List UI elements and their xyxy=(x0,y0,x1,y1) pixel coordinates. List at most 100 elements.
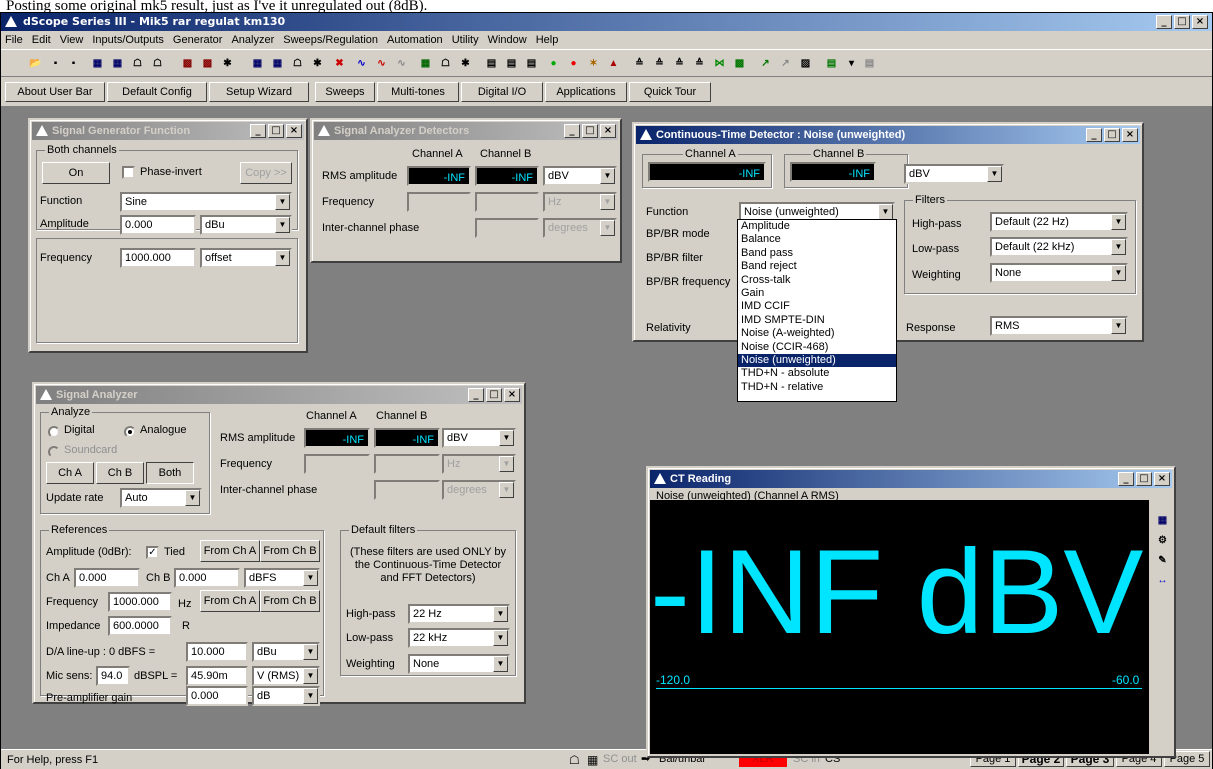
about-user-bar-button[interactable]: About User Bar xyxy=(5,82,105,102)
reading-format-icon[interactable]: ▦ xyxy=(1154,512,1171,529)
maximize-button[interactable]: □ xyxy=(268,124,284,138)
reading-icon[interactable]: ▦ xyxy=(417,55,434,72)
stop-icon[interactable]: ✖ xyxy=(331,55,348,72)
ref-cha-input[interactable]: 0.000 xyxy=(74,568,140,588)
function-option[interactable]: Cross-talk xyxy=(738,274,896,287)
generator-config-icon[interactable]: ☖ xyxy=(149,55,166,72)
input-config-icon[interactable]: ▦ xyxy=(269,55,286,72)
analyzer-config-icon[interactable]: ▩ xyxy=(199,55,216,72)
paint-icon[interactable]: ▲ xyxy=(605,55,622,72)
menu-generator[interactable]: Generator xyxy=(173,34,223,46)
maximize-button[interactable]: □ xyxy=(486,388,502,402)
sweep-2-icon[interactable]: ≙ xyxy=(651,55,668,72)
function-option[interactable]: Noise (CCIR-468) xyxy=(738,341,896,354)
function-option[interactable]: IMD CCIF xyxy=(738,300,896,313)
function-select[interactable]: Sine ▼ xyxy=(120,192,292,212)
rms-unit-select[interactable]: dBV ▼ xyxy=(442,428,516,448)
sweep-4-icon[interactable]: ≙ xyxy=(691,55,708,72)
minimize-button[interactable]: _ xyxy=(250,124,266,138)
minimize-button[interactable]: _ xyxy=(564,124,580,138)
scope-settings-icon[interactable]: ✱ xyxy=(457,55,474,72)
ct-lowpass-select[interactable]: Default (22 kHz) ▼ xyxy=(990,237,1128,257)
menu-utility[interactable]: Utility xyxy=(452,34,479,46)
preamp-gain-input[interactable]: 0.000 xyxy=(186,686,248,706)
frequency-unit-select[interactable]: Hz ▼ xyxy=(442,454,516,474)
function-option[interactable]: IMD SMPTE-DIN xyxy=(738,314,896,327)
close-button[interactable]: × xyxy=(600,124,616,138)
menu-help[interactable]: Help xyxy=(536,34,559,46)
close-button[interactable]: × xyxy=(286,124,302,138)
impedance-input[interactable]: 600.0000 xyxy=(108,616,172,636)
maximize-button[interactable]: □ xyxy=(1174,15,1190,29)
ct-highpass-select[interactable]: Default (22 Hz) ▼ xyxy=(990,212,1128,232)
run-icon[interactable]: ● xyxy=(545,55,562,72)
function-option[interactable]: Band reject xyxy=(738,260,896,273)
menu-window[interactable]: Window xyxy=(488,34,527,46)
digital-radio[interactable] xyxy=(48,426,60,438)
setup-wizard-button[interactable]: Setup Wizard xyxy=(209,82,309,102)
minimize-button[interactable]: _ xyxy=(1118,472,1134,486)
generator-on-button[interactable]: On xyxy=(42,162,110,184)
save-icon[interactable]: ▪ xyxy=(47,55,64,72)
amplitude-input[interactable]: 0.000 xyxy=(120,215,196,235)
function-option[interactable]: Balance xyxy=(738,233,896,246)
copy-button[interactable]: Copy >> xyxy=(240,162,292,184)
scope-icon[interactable]: ☖ xyxy=(437,55,454,72)
freq-ref-input[interactable]: 1000.000 xyxy=(108,592,172,612)
menu-edit[interactable]: Edit xyxy=(32,34,51,46)
default-config-button[interactable]: Default Config xyxy=(107,82,207,102)
function-option[interactable]: Amplitude xyxy=(738,220,896,233)
print-icon[interactable]: ▤ xyxy=(861,55,878,72)
ct-unit-select[interactable]: dBV ▼ xyxy=(904,164,1004,184)
soundcard-radio[interactable] xyxy=(48,446,60,458)
da-unit-select[interactable]: dBu ▼ xyxy=(252,642,320,662)
graph-icon[interactable]: ▩ xyxy=(731,55,748,72)
detector-icon[interactable]: ✱ xyxy=(219,55,236,72)
sweep-3-icon[interactable]: ≙ xyxy=(671,55,688,72)
maximize-button[interactable]: □ xyxy=(1136,472,1152,486)
ch-b-button[interactable]: Ch B xyxy=(96,462,144,484)
freq-from-cha-button[interactable]: From Ch A xyxy=(200,590,260,612)
freq-from-chb-button[interactable]: From Ch B xyxy=(260,590,320,612)
function-option[interactable]: Gain xyxy=(738,287,896,300)
waveform-off-icon[interactable]: ∿ xyxy=(393,55,410,72)
da-lineup-input[interactable]: 10.000 xyxy=(186,642,248,662)
output-settings-icon[interactable]: ▦ xyxy=(109,55,126,72)
df-highpass-select[interactable]: 22 Hz ▼ xyxy=(408,604,510,624)
ct-weighting-select[interactable]: None ▼ xyxy=(990,263,1128,283)
maximize-button[interactable]: □ xyxy=(582,124,598,138)
close-button[interactable]: × xyxy=(504,388,520,402)
ch-b-icon[interactable]: ▤ xyxy=(503,55,520,72)
waveform-icon[interactable]: ∿ xyxy=(353,55,370,72)
save-all-icon[interactable]: ▪ xyxy=(65,55,82,72)
amp-from-cha-button[interactable]: From Ch A xyxy=(200,540,260,562)
function-option[interactable]: Noise (A-weighted) xyxy=(738,327,896,340)
phase-unit-select[interactable]: degrees ▼ xyxy=(543,218,617,238)
sweep-5-icon[interactable]: ⋈ xyxy=(711,55,728,72)
menu-analyzer[interactable]: Analyzer xyxy=(231,34,274,46)
input-settings-icon[interactable]: ☖ xyxy=(289,55,306,72)
reading-edit-icon[interactable]: ✎ xyxy=(1154,552,1171,569)
script-2-icon[interactable]: ↗ xyxy=(777,55,794,72)
frequency-unit-select[interactable]: Hz ▼ xyxy=(543,192,617,212)
preamp-unit-select[interactable]: dB ▼ xyxy=(252,686,320,706)
applications-button[interactable]: Applications xyxy=(545,82,627,102)
mic-volt-input[interactable]: 45.90m xyxy=(186,666,248,686)
menu-inputs-outputs[interactable]: Inputs/Outputs xyxy=(92,34,164,46)
frequency-mode-select[interactable]: offset ▼ xyxy=(200,248,292,268)
function-option[interactable]: Band pass xyxy=(738,247,896,260)
input-detail-icon[interactable]: ✱ xyxy=(309,55,326,72)
amplitude-unit-select[interactable]: dBu ▼ xyxy=(200,215,292,235)
minimize-button[interactable]: _ xyxy=(1156,15,1172,29)
minimize-button[interactable]: _ xyxy=(468,388,484,402)
export-icon[interactable]: ▤ xyxy=(823,55,840,72)
update-rate-select[interactable]: Auto ▼ xyxy=(120,488,202,508)
generator-icon[interactable]: ☖ xyxy=(129,55,146,72)
export-dropdown-icon[interactable]: ▾ xyxy=(843,55,860,72)
report-icon[interactable]: ▨ xyxy=(797,55,814,72)
close-button[interactable]: × xyxy=(1192,15,1208,29)
analyzer-icon[interactable]: ▩ xyxy=(179,55,196,72)
quick-tour-button[interactable]: Quick Tour xyxy=(629,82,711,102)
mic-unit-select[interactable]: V (RMS) ▼ xyxy=(252,666,320,686)
open-icon[interactable]: 📂 xyxy=(27,55,44,72)
